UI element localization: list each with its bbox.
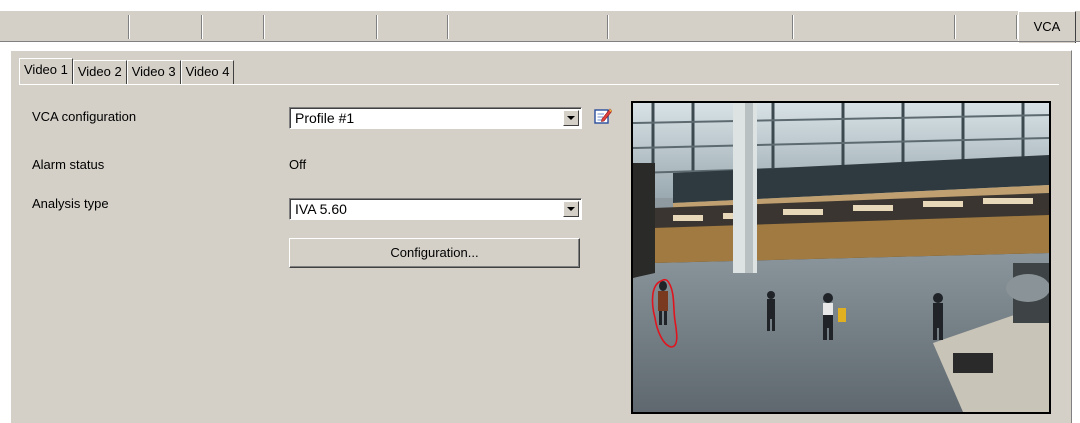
alarm-status-label: Alarm status [32,157,105,172]
chevron-down-icon[interactable] [563,110,579,126]
vca-configuration-select[interactable]: Profile #1 [289,107,582,129]
vca-configuration-value: Profile #1 [295,110,355,126]
vca-panel: Video 1 Video 2 Video 3 Video 4 VCA conf… [10,50,1072,423]
analysis-type-value: IVA 5.60 [295,201,347,217]
chevron-down-icon[interactable] [563,201,579,217]
edit-config-icon[interactable] [594,107,612,125]
analysis-type-label: Analysis type [32,196,109,211]
tab-video-4[interactable]: Video 4 [180,60,235,84]
top-tab-7[interactable] [609,15,794,39]
video-tabs: Video 1 Video 2 Video 3 Video 4 [19,58,235,84]
analysis-type-select[interactable]: IVA 5.60 [289,198,582,220]
top-tab-6[interactable] [449,15,609,39]
top-tab-2[interactable] [130,15,203,39]
configuration-button[interactable]: Configuration... [289,238,580,268]
camera-preview [631,101,1051,414]
top-tab-5[interactable] [378,15,449,39]
vca-configuration-label: VCA configuration [32,109,137,124]
tab-vca[interactable]: VCA [1018,11,1076,43]
top-tab-strip: VCA [0,10,1080,43]
top-tab-9[interactable] [956,15,1018,39]
tab-video-1[interactable]: Video 1 [19,58,73,84]
tab-video-2[interactable]: Video 2 [72,60,127,84]
top-tab-1[interactable] [0,15,130,39]
tab-video-3[interactable]: Video 3 [126,60,181,84]
camera-scene-image [633,103,1049,412]
alarm-status-value: Off [289,157,307,172]
top-tab-8[interactable] [794,15,956,39]
top-tab-4[interactable] [265,15,378,39]
top-tab-3[interactable] [203,15,265,39]
